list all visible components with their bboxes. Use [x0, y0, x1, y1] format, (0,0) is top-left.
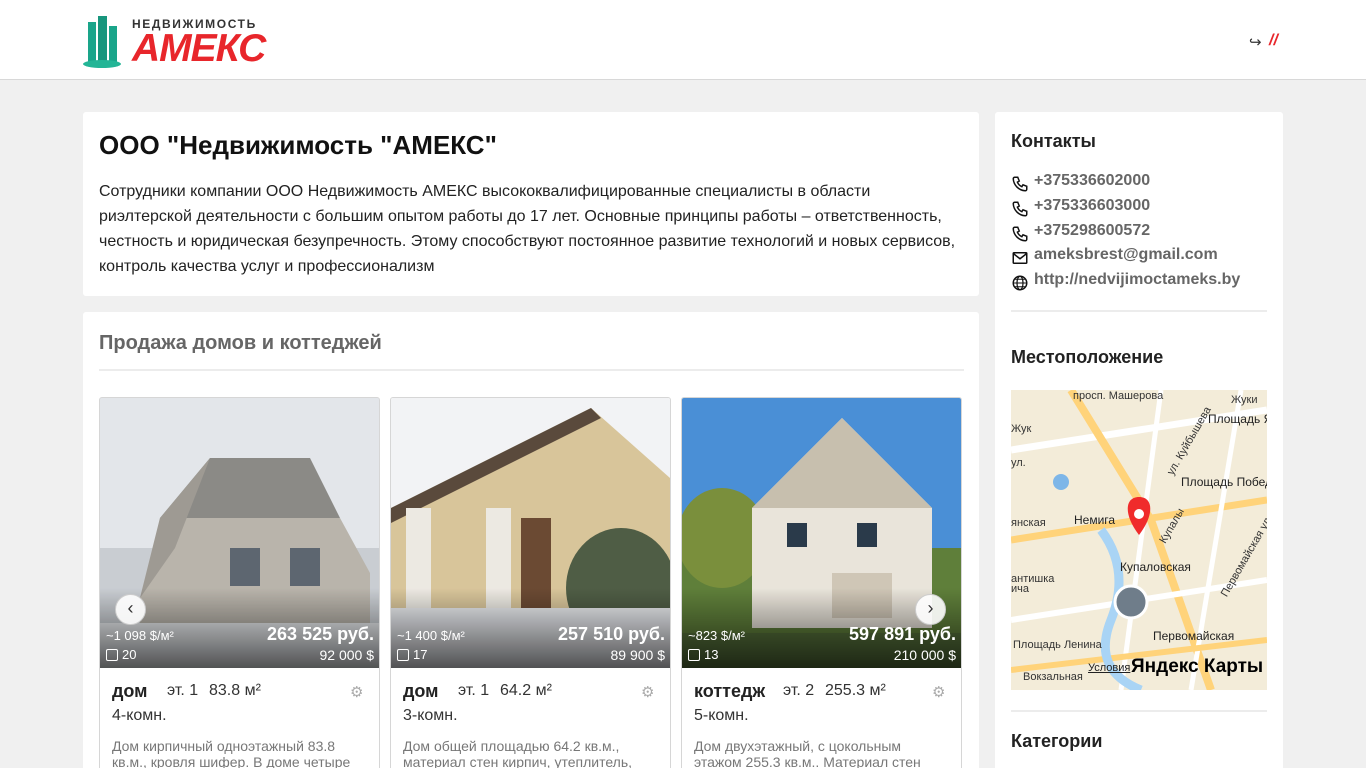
photo-icon	[688, 649, 700, 661]
listing-description: Дом общей площадью 64.2 кв.м., материал …	[403, 738, 633, 768]
price-rub: 257 510 руб.	[558, 624, 665, 644]
contact-email[interactable]: ameksbrest@gmail.com	[1011, 246, 1267, 268]
brand-mark-icon: //	[1269, 32, 1278, 49]
listing-floor: эт. 1	[458, 682, 490, 699]
globe-icon	[1012, 275, 1028, 291]
listing-area: 255.3 м²	[825, 682, 886, 699]
listing-rooms: 5-комн.	[694, 707, 749, 724]
listing-type: дом	[403, 681, 439, 701]
listing-floor: эт. 1	[167, 682, 199, 699]
company-title: ООО "Недвижимость "АМЕКС"	[99, 130, 497, 160]
categories-title: Категории	[1011, 731, 1103, 751]
photo-icon	[106, 649, 118, 661]
listing-photo[interactable]: ~1 098 $/м² 263 525 руб. 20 92 000 $ ‹	[100, 398, 379, 668]
listing-area: 83.8 м²	[209, 682, 261, 699]
map-label: Площадь Я	[1208, 412, 1267, 426]
map-label: просп. Машерова	[1073, 390, 1164, 402]
photo-icon	[397, 649, 409, 661]
contact-phone-3[interactable]: +375298600572	[1011, 222, 1267, 244]
company-description: Сотрудники компании ООО Недвижимость АМЕ…	[99, 183, 956, 275]
divider	[99, 369, 964, 371]
listing-description: Дом кирпичный одноэтажный 83.8 кв.м., кр…	[112, 738, 351, 768]
map-label: Немига	[1074, 513, 1116, 527]
listing-area: 64.2 м²	[500, 682, 552, 699]
price-per-m2: ~823 $/м²	[688, 628, 746, 643]
sidebar: Контакты +375336602000 +375336603000 +37…	[995, 112, 1283, 768]
listing-floor: эт. 2	[783, 682, 815, 699]
listing-photo[interactable]: ~1 400 $/м² 257 510 руб. 17 89 900 $	[391, 398, 670, 668]
logo-wordmark: АМЕКС	[132, 27, 266, 70]
phone-icon	[1012, 176, 1028, 192]
listing-card[interactable]: ~823 $/м² 597 891 руб. 13 210 000 $ › ко…	[681, 397, 962, 768]
listing-photo[interactable]: ~823 $/м² 597 891 руб. 13 210 000 $ ›	[682, 398, 961, 668]
contact-website[interactable]: http://nedvijimoctameks.by	[1011, 271, 1267, 293]
map-label: ул.	[1011, 457, 1026, 469]
contact-phone-2[interactable]: +375336603000	[1011, 197, 1267, 219]
phone-icon	[1012, 201, 1028, 217]
map-label: Вокзальная	[1023, 671, 1083, 683]
contacts-title: Контакты	[1011, 131, 1096, 151]
price-usd: 92 000 $	[319, 647, 375, 663]
map-label: Жуки	[1231, 394, 1258, 406]
top-bar: НЕДВИЖИМОСТЬ АМЕКС ↪ //	[0, 0, 1366, 80]
divider	[1011, 710, 1267, 712]
price-per-m2: ~1 098 $/м²	[106, 628, 174, 643]
map-label: янская	[1011, 517, 1046, 529]
price-rub: 597 891 руб.	[849, 624, 956, 644]
price-usd: 89 900 $	[610, 647, 666, 663]
company-about-card: ООО "Недвижимость "АМЕКС" Сотрудники ком…	[83, 112, 979, 296]
share-icon: ↪	[1249, 34, 1262, 51]
mail-icon	[1012, 252, 1028, 264]
phone-icon	[1012, 226, 1028, 242]
gear-icon[interactable]: ⚙	[641, 683, 654, 701]
company-logo[interactable]: НЕДВИЖИМОСТЬ АМЕКС	[82, 14, 282, 70]
listing-rooms: 4-комн.	[112, 707, 167, 724]
photo-count: 17	[397, 647, 427, 662]
map-label: Площадь Ленина	[1013, 639, 1102, 651]
map-label: Купаловская	[1120, 560, 1191, 574]
listing-type: коттедж	[694, 681, 766, 701]
share-link[interactable]: ↪ //	[1249, 32, 1283, 51]
gear-icon[interactable]: ⚙	[350, 683, 363, 701]
map-terms-link[interactable]: Условия	[1088, 662, 1130, 674]
gear-icon[interactable]: ⚙	[932, 683, 945, 701]
price-per-m2: ~1 400 $/м²	[397, 628, 465, 643]
carousel-next-button[interactable]: ›	[915, 594, 946, 625]
map-label: Первомайская	[1153, 629, 1235, 643]
location-map[interactable]: просп. Машерова Площадь Я ул. Куйбышева …	[1011, 390, 1267, 690]
price-rub: 263 525 руб.	[267, 624, 374, 644]
listing-card[interactable]: ~1 400 $/м² 257 510 руб. 17 89 900 $ дом…	[390, 397, 671, 768]
contact-phone-1[interactable]: +375336602000	[1011, 172, 1267, 194]
photo-count: 20	[106, 647, 136, 662]
listing-card[interactable]: ~1 098 $/м² 263 525 руб. 20 92 000 $ ‹ д…	[99, 397, 380, 768]
listings-heading: Продажа домов и коттеджей	[99, 332, 382, 354]
listing-description: Дом двухэтажный, с цокольным этажом 255.…	[694, 738, 921, 768]
map-label: Площадь Победы	[1181, 475, 1267, 489]
price-usd: 210 000 $	[893, 647, 956, 663]
photo-count: 13	[688, 647, 718, 662]
divider	[1011, 310, 1267, 312]
map-label: ича	[1011, 583, 1029, 595]
logo-building-icon	[83, 16, 121, 68]
map-label: Жук	[1011, 423, 1032, 435]
map-brand[interactable]: Яндекс Карты	[1131, 656, 1263, 678]
listing-rooms: 3-комн.	[403, 707, 458, 724]
location-title: Местоположение	[1011, 347, 1164, 367]
listing-type: дом	[112, 681, 148, 701]
listings-card: Продажа домов и коттеджей ~1 098 $/м² 26…	[83, 312, 979, 768]
carousel-prev-button[interactable]: ‹	[115, 594, 146, 625]
